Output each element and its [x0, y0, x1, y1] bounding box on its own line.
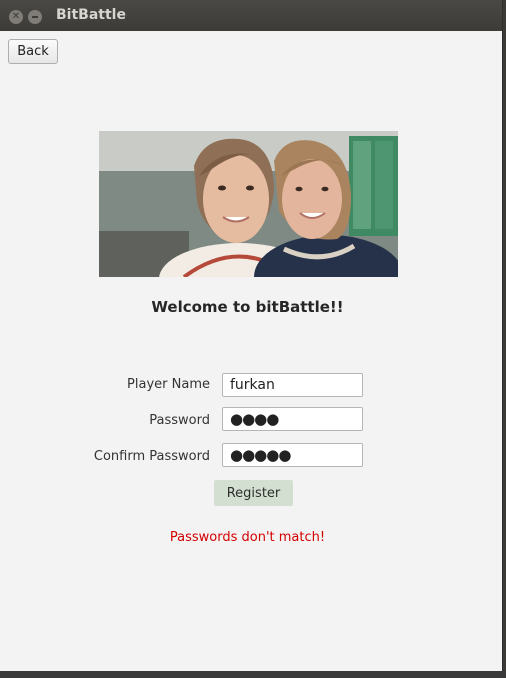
app-window: ✕ BitBattle Back Welcome to bitBattle!! …: [0, 0, 503, 671]
password-label: Password: [149, 413, 210, 428]
confirm-password-field[interactable]: ●●●●●: [222, 443, 363, 467]
minimize-icon[interactable]: [28, 10, 42, 24]
window-title: BitBattle: [56, 7, 126, 23]
selfie-image: [99, 131, 398, 277]
close-icon[interactable]: ✕: [9, 10, 23, 24]
player-name-field[interactable]: furkan: [222, 373, 363, 397]
welcome-heading: Welcome to bitBattle!!: [151, 298, 344, 316]
confirm-password-label: Confirm Password: [93, 449, 210, 464]
error-message: Passwords don't match!: [169, 530, 326, 545]
password-field[interactable]: ●●●●: [222, 407, 363, 431]
player-name-label: Player Name: [127, 377, 210, 392]
desktop-background: [0, 671, 506, 678]
register-button[interactable]: Register: [214, 480, 293, 506]
welcome-photo: [99, 131, 398, 277]
back-button[interactable]: Back: [8, 39, 58, 64]
title-bar[interactable]: ✕ BitBattle: [0, 0, 502, 31]
